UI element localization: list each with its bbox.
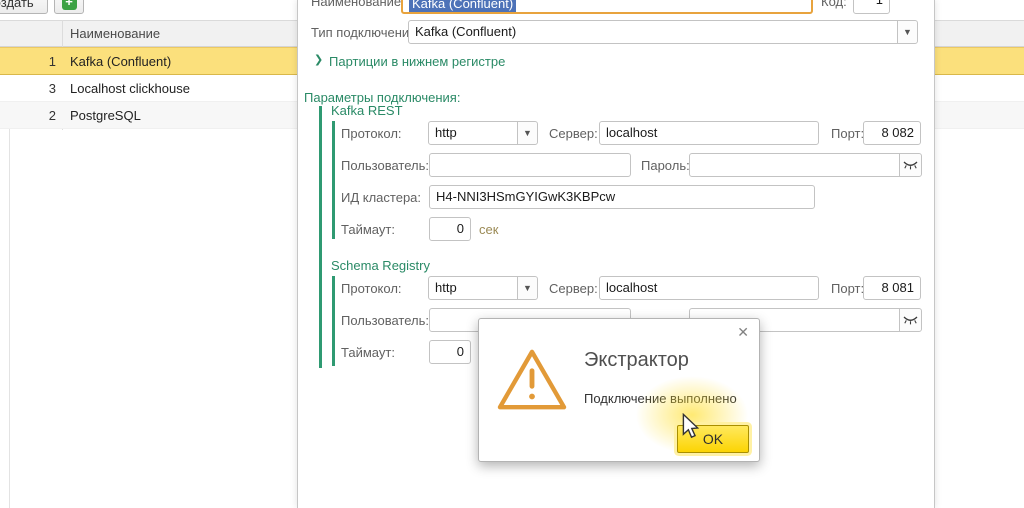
eye-closed-icon[interactable] [899,309,921,331]
timeout-label: Таймаут: [341,345,395,360]
user-label: Пользователь: [341,158,429,173]
schema-server-input[interactable]: localhost [599,276,819,300]
row-number: 1 [14,54,56,69]
schema-registry-group-title: Schema Registry [331,258,430,273]
row-number: 3 [14,81,56,96]
dropdown-arrow-icon[interactable]: ▼ [517,277,537,299]
schema-protocol-value: http [435,280,457,295]
type-field-label: Тип подключения: [311,25,420,40]
schema-protocol-combo[interactable]: http ▼ [428,276,538,300]
group-indent-bar [332,121,335,239]
timeout-label: Таймаут: [341,222,395,237]
dialog-title: Экстрактор [584,349,689,372]
row-name: Localhost clickhouse [70,81,190,96]
kafka-server-input[interactable]: localhost [599,121,819,145]
kafka-port-input[interactable]: 8 082 [863,121,921,145]
kafka-rest-group-title: Kafka REST [331,103,403,118]
cluster-id-input[interactable]: H4-NNI3HSmGYIGwK3KBPcw [429,185,815,209]
copy-button[interactable]: + [54,0,84,14]
server-label: Сервер: [549,126,598,141]
close-icon[interactable]: ✕ [737,324,749,341]
row-name: PostgreSQL [70,108,141,123]
name-input-selected-text: Kafka (Confluent) [409,0,516,12]
group-indent-bar [319,106,322,368]
dropdown-arrow-icon[interactable]: ▼ [897,21,917,43]
green-plus-icon: + [62,0,77,10]
create-button[interactable]: Создать [0,0,48,14]
dialog-message: Подключение выполнено [584,391,737,406]
password-label: Пароль: [641,158,690,173]
schema-port-input[interactable]: 8 081 [863,276,921,300]
protocol-label: Протокол: [341,281,402,296]
name-field-label: Наименование: [311,0,405,9]
kafka-password-input[interactable] [689,153,922,177]
schema-timeout-input[interactable]: 0 [429,340,471,364]
mouse-cursor-icon [681,413,700,443]
kafka-user-input[interactable] [429,153,631,177]
user-label: Пользователь: [341,313,429,328]
type-combo-value: Kafka (Confluent) [415,24,516,39]
chevron-right-icon: ❯ [314,53,323,66]
server-label: Сервер: [549,281,598,296]
port-label: Порт: [831,281,864,296]
dropdown-arrow-icon[interactable]: ▼ [517,122,537,144]
extractor-message-dialog: ✕ Экстрактор Подключение выполнено OK [478,318,760,462]
name-input[interactable]: Kafka (Confluent) [401,0,813,14]
row-number: 2 [14,108,56,123]
group-indent-bar [332,276,335,366]
row-name: Kafka (Confluent) [70,54,171,69]
code-input[interactable]: 1 [853,0,890,14]
ok-button-label: OK [703,431,723,447]
code-field-label: Код: [821,0,847,9]
timeout-unit-label: сек [479,222,498,237]
name-column-header: Наименование [70,26,160,41]
kafka-protocol-value: http [435,125,457,140]
cluster-id-label: ИД кластера: [341,190,421,205]
create-button-label: Создать [0,0,34,10]
protocol-label: Протокол: [341,126,402,141]
eye-closed-icon[interactable] [899,154,921,176]
port-label: Порт: [831,126,864,141]
type-combo[interactable]: Kafka (Confluent) ▼ [408,20,918,44]
partitions-link[interactable]: Партиции в нижнем регистре [329,54,505,69]
kafka-protocol-combo[interactable]: http ▼ [428,121,538,145]
kafka-timeout-input[interactable]: 0 [429,217,471,241]
warning-icon [495,347,569,416]
